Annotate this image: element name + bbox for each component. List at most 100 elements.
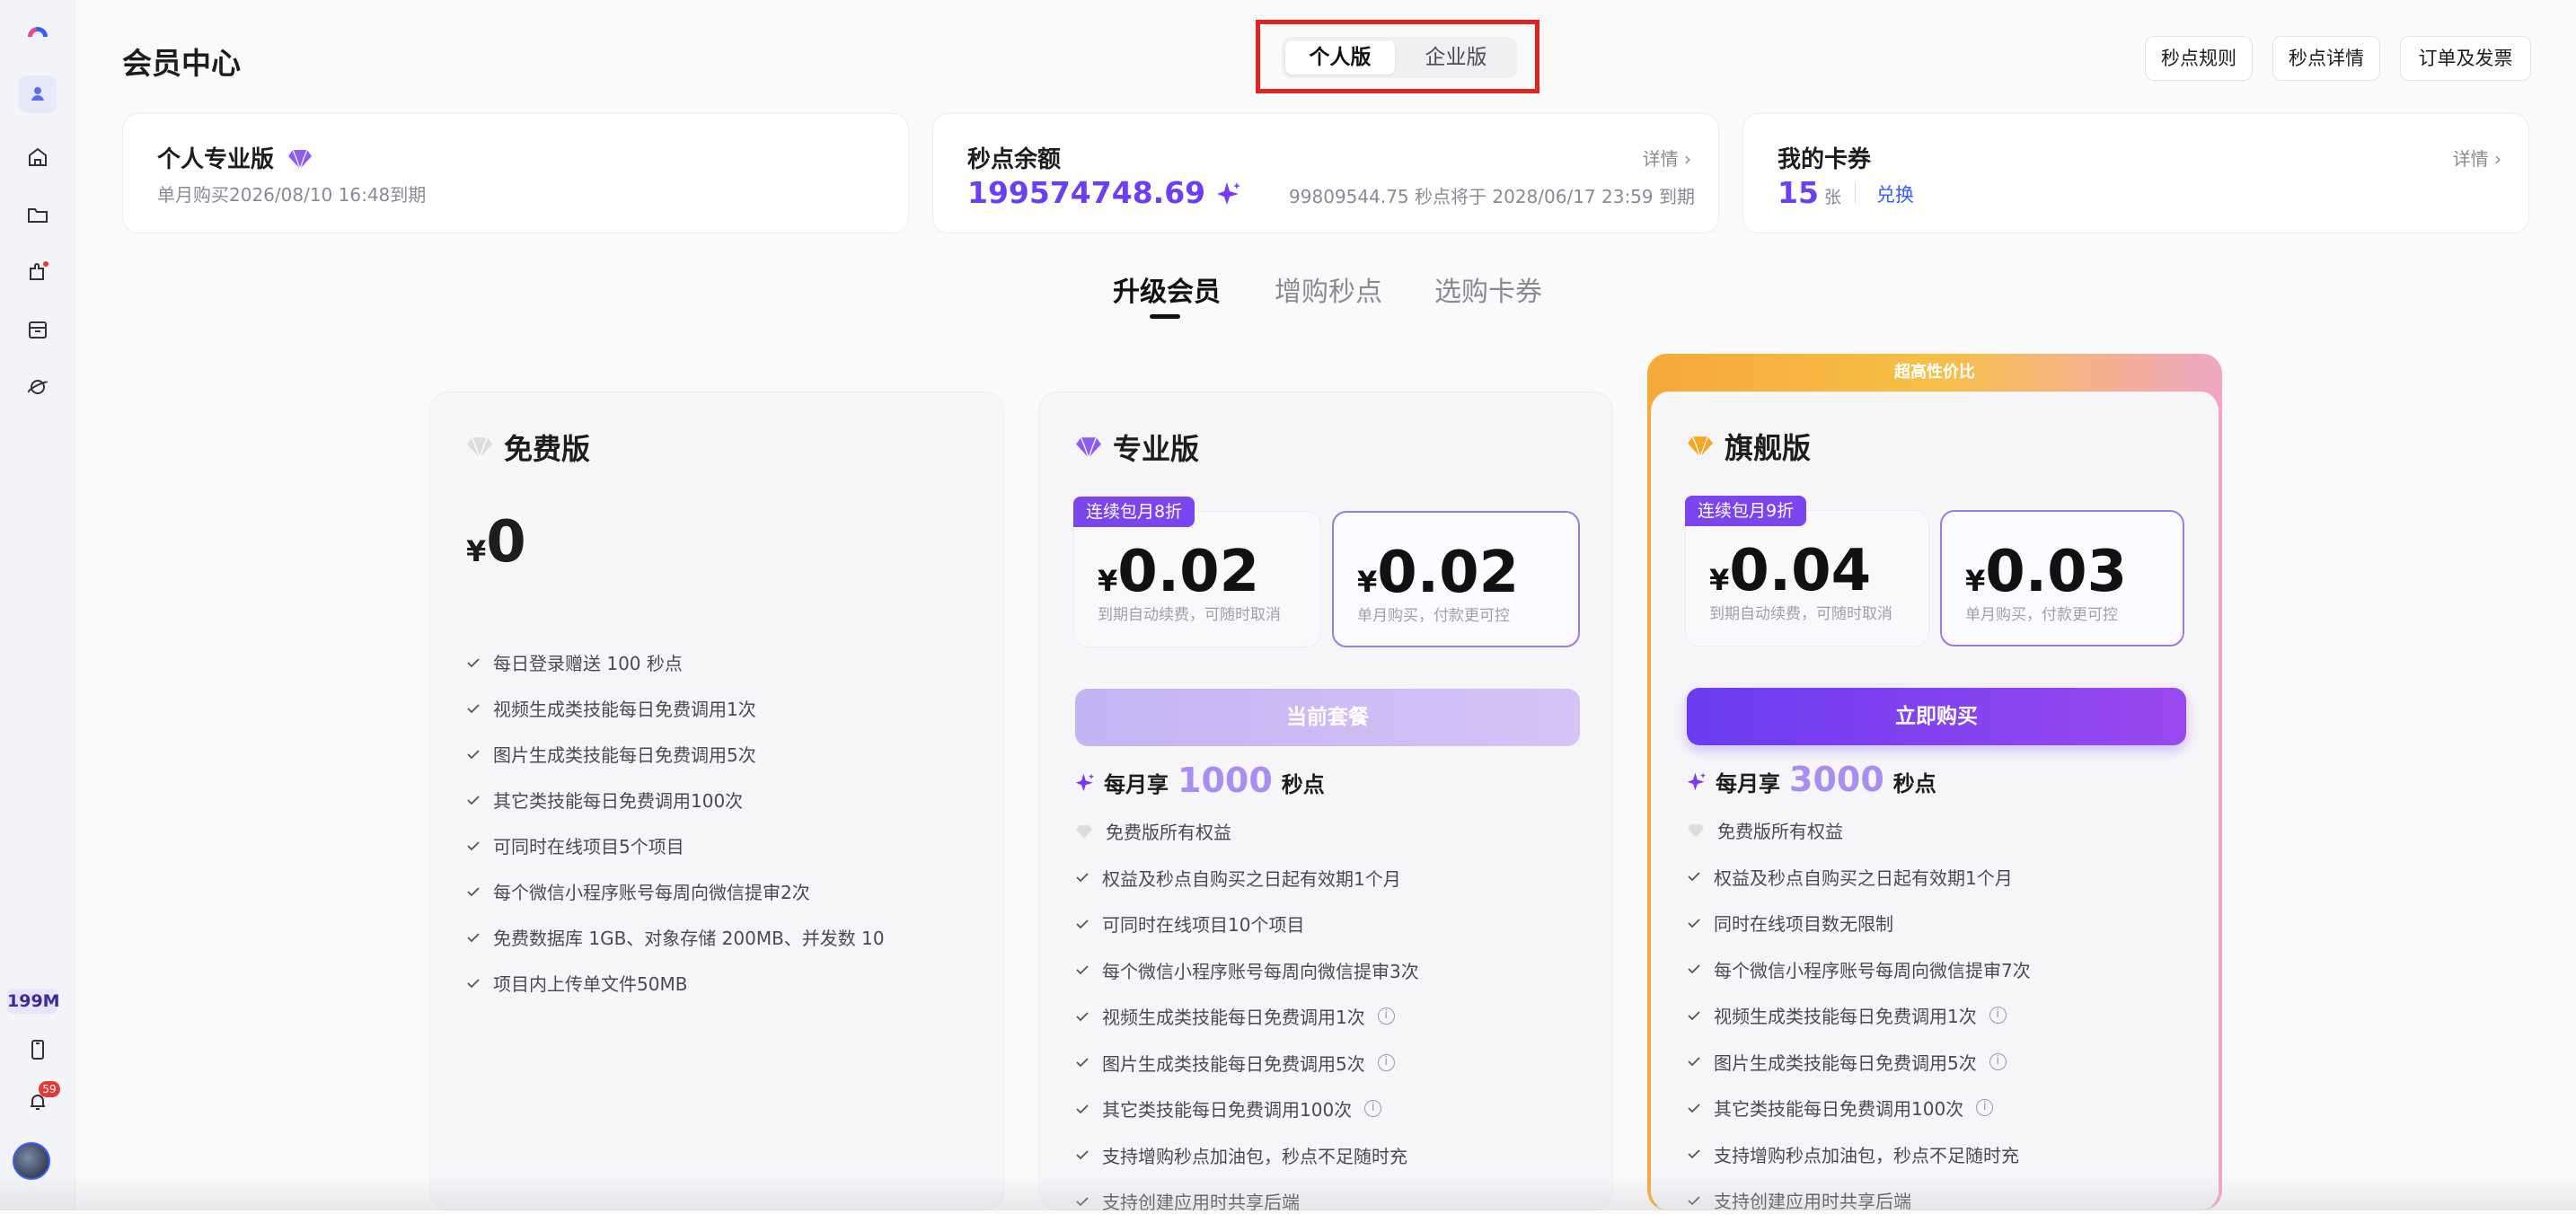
plan-pro: 专业版 连续包月8折 ¥0.02 到期自动续费，可随时取消 ¥0.02 单月购买… (1038, 391, 1613, 1213)
current-plan-button[interactable]: 当前套餐 (1075, 689, 1580, 746)
feature-item: 每个微信小程序账号每周向微信提审2次 (466, 878, 810, 904)
orders-button[interactable]: 订单及发票 (2400, 36, 2531, 81)
tab-underline (1150, 314, 1180, 319)
feature-item: 每个微信小程序账号每周向微信提审3次 (1075, 957, 1419, 983)
check-icon (467, 978, 480, 988)
coupon-title: 我的卡券 (1778, 146, 1872, 173)
feature-item: 其它类技能每日免费调用100次 i (1075, 1095, 1382, 1122)
feature-item: 视频生成类技能每日免费调用1次 i (1687, 1002, 2007, 1028)
gem-icon (288, 149, 313, 171)
flagship-monthly-points: 每月享 3000 秒点 (1687, 760, 1936, 799)
home-icon[interactable] (19, 138, 57, 176)
plan-card: 个人专业版 单月购买2026/08/10 16:48到期 (122, 113, 909, 233)
check-icon (467, 795, 480, 805)
buy-now-button[interactable]: 立即购买 (1687, 688, 2186, 745)
tab-personal[interactable]: 个人版 (1285, 40, 1395, 75)
plan-card-title: 个人专业版 (157, 141, 313, 174)
check-icon (467, 703, 480, 713)
pro-auto-renew-option[interactable]: ¥0.02 到期自动续费，可随时取消 (1073, 511, 1321, 647)
check-icon (1076, 1104, 1089, 1113)
tab-buy-coupons[interactable]: 选购卡券 (1434, 269, 1542, 309)
feature-item: 权益及秒点自购买之日起有效期1个月 (1075, 865, 1401, 891)
plan-flagship-title: 旗舰版 (1687, 426, 1811, 467)
pro-single-month-option[interactable]: ¥0.02 单月购买，付款更可控 (1332, 511, 1580, 647)
logo-icon[interactable] (19, 13, 57, 50)
feature-item: 支持增购秒点加油包，秒点不足随时充 (1687, 1141, 2019, 1167)
feature-item: 其它类技能每日免费调用100次 (466, 787, 743, 813)
info-icon[interactable]: i (1364, 1100, 1382, 1117)
check-icon (1688, 1149, 1700, 1159)
info-icon[interactable]: i (1989, 1052, 2007, 1070)
feature-item: 可同时在线项目10个项目 (1075, 910, 1304, 937)
info-icon[interactable]: i (1377, 1053, 1395, 1071)
plan-flagship: 旗舰版 连续包月9折 ¥0.04 到期自动续费，可随时取消 ¥0.03 单月购买… (1649, 391, 2220, 1212)
flagship-ribbon: 超高性价比 (1894, 363, 1975, 382)
check-icon (1688, 1103, 1700, 1113)
check-icon (1688, 1057, 1700, 1067)
feature-item: 图片生成类技能每日免费调用5次 i (1687, 1049, 2007, 1075)
feature-item: 同时在线项目数无限制 (1687, 910, 1893, 936)
balance-card: 秒点余额 详情 › 199574748.69 99809544.75 秒点将于 … (932, 113, 1719, 233)
sparkle-icon (1216, 182, 1240, 205)
chevron-right-icon: › (1684, 148, 1691, 170)
feature-item: 支持增购秒点加油包，秒点不足随时充 (1075, 1142, 1407, 1168)
balance-value: 199574748.69 (967, 175, 1241, 210)
tab-buy-points[interactable]: 增购秒点 (1275, 269, 1382, 309)
feature-item: 视频生成类技能每日免费调用1次 i (1075, 1003, 1395, 1029)
plan-free: 免费版 ¥0 每日登录赠送 100 秒点 视频生成类技能每日免费调用1次 图片生成类… (429, 391, 1004, 1210)
gem-icon (1076, 824, 1092, 839)
check-icon (467, 886, 480, 896)
chevron-right-icon: › (2494, 148, 2501, 170)
folder-icon[interactable] (19, 196, 57, 233)
phone-icon[interactable] (19, 1031, 57, 1069)
flagship-discount-badge: 连续包月9折 (1685, 496, 1807, 526)
pro-discount-badge: 连续包月8折 (1073, 497, 1195, 527)
sparkle-icon (1075, 773, 1095, 792)
edition-switch: 个人版 企业版 (1282, 37, 1517, 78)
details-button[interactable]: 秒点详情 (2272, 36, 2380, 81)
user-icon[interactable] (19, 75, 57, 113)
feature-item: 图片生成类技能每日免费调用5次 (466, 741, 756, 767)
bell-icon[interactable]: 59 (19, 1081, 60, 1121)
notification-count: 59 (39, 1081, 60, 1097)
tab-enterprise[interactable]: 企业版 (1398, 40, 1513, 75)
check-icon (1688, 1010, 1700, 1020)
check-icon (467, 932, 480, 942)
redeem-link[interactable]: 兑换 (1876, 180, 1914, 207)
main-content: 会员中心 个人版 企业版 秒点规则 秒点详情 订单及发票 个人专业版 单月购买2… (0, 0, 2576, 1213)
feature-item: 每日登录赠送 100 秒点 (466, 649, 683, 675)
feature-item: 其它类技能每日免费调用100次 i (1687, 1095, 1994, 1121)
check-icon (1076, 919, 1089, 928)
check-icon (1688, 964, 1700, 974)
check-icon (1076, 1150, 1089, 1160)
coupon-card: 我的卡券 详情 › 15 张 兑换 (1742, 113, 2529, 233)
feature-item: 权益及秒点自购买之日起有效期1个月 (1687, 864, 2013, 890)
flagship-auto-renew-option[interactable]: ¥0.04 到期自动续费，可随时取消 (1685, 510, 1929, 647)
balance-badge[interactable]: 199M (7, 989, 60, 1014)
flagship-single-month-option[interactable]: ¥0.03 单月购买，付款更可控 (1940, 510, 2184, 647)
check-icon (1076, 965, 1089, 975)
bottom-fade (0, 1174, 2576, 1210)
feature-item: 免费版所有权益 (1687, 817, 1843, 843)
sidebar: 199M 59 (0, 0, 75, 1210)
feature-item: 免费版所有权益 (1075, 818, 1231, 844)
sparkle-icon (1687, 772, 1707, 791)
balance-title: 秒点余额 (967, 146, 1062, 173)
gem-icon (1688, 436, 1713, 459)
info-icon[interactable]: i (1377, 1007, 1395, 1025)
planet-icon[interactable] (19, 368, 57, 406)
check-icon (1076, 1058, 1089, 1068)
plan-expire: 单月购买2026/08/10 16:48到期 (157, 184, 427, 206)
feature-item: 每个微信小程序账号每周向微信提审7次 (1687, 956, 2031, 982)
plan-pro-title: 专业版 (1075, 427, 1199, 468)
info-icon[interactable]: i (1976, 1099, 1994, 1116)
box-icon[interactable] (19, 311, 57, 348)
balance-detail-link[interactable]: 详情 › (1643, 145, 1691, 171)
coupon-detail-link[interactable]: 详情 › (2453, 145, 2501, 171)
check-icon (467, 657, 480, 667)
plugin-icon[interactable] (19, 253, 57, 291)
feature-item: 图片生成类技能每日免费调用5次 i (1075, 1050, 1395, 1076)
tab-upgrade[interactable]: 升级会员 (1113, 269, 1221, 309)
info-icon[interactable]: i (1989, 1007, 2007, 1024)
rules-button[interactable]: 秒点规则 (2145, 36, 2253, 81)
